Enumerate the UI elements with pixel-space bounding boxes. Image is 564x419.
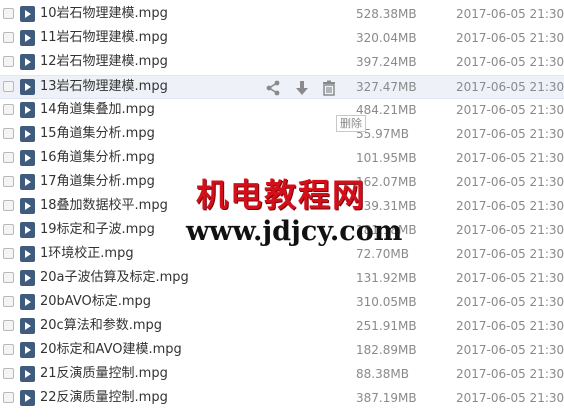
file-date: 2017-06-05 21:30 (456, 391, 564, 405)
video-file-icon (20, 270, 35, 286)
row-checkbox[interactable] (3, 296, 14, 307)
file-size: 88.38MB (356, 367, 409, 381)
share-icon[interactable] (264, 79, 282, 97)
row-checkbox[interactable] (3, 152, 14, 163)
row-checkbox[interactable] (3, 176, 14, 187)
file-size: 182.89MB (356, 343, 417, 357)
row-checkbox[interactable] (3, 248, 14, 259)
file-size: 327.47MB (356, 80, 417, 94)
file-row[interactable]: 20a子波估算及标定.mpg 131.92MB 2017-06-05 21:30 (0, 267, 564, 291)
file-row[interactable]: 20标定和AVO建模.mpg 182.89MB 2017-06-05 21:30 (0, 339, 564, 363)
file-size: 131.92MB (356, 271, 417, 285)
file-name[interactable]: 20c算法和参数.mpg (40, 318, 162, 334)
file-row[interactable]: 20bAVO标定.mpg 310.05MB 2017-06-05 21:30 (0, 291, 564, 315)
file-name[interactable]: 17角道集分析.mpg (40, 174, 155, 190)
file-date: 2017-06-05 21:30 (456, 223, 564, 237)
file-date: 2017-06-05 21:30 (456, 295, 564, 309)
file-date: 2017-06-05 21:30 (456, 343, 564, 357)
row-checkbox[interactable] (3, 392, 14, 403)
file-date: 2017-06-05 21:30 (456, 151, 564, 165)
file-name[interactable]: 11岩石物理建模.mpg (40, 30, 168, 46)
file-name[interactable]: 1环境校正.mpg (40, 246, 134, 262)
file-date: 2017-06-05 21:30 (456, 271, 564, 285)
video-file-icon (20, 318, 35, 334)
row-checkbox[interactable] (3, 344, 14, 355)
row-checkbox[interactable] (3, 81, 14, 92)
video-file-icon (20, 79, 35, 95)
file-date: 2017-06-05 21:30 (456, 127, 564, 141)
file-size: 528.38MB (356, 7, 417, 21)
file-name[interactable]: 15角道集分析.mpg (40, 126, 155, 142)
file-name[interactable]: 20标定和AVO建模.mpg (40, 342, 182, 358)
video-file-icon (20, 246, 35, 262)
file-date: 2017-06-05 21:30 (456, 80, 564, 94)
row-checkbox[interactable] (3, 224, 14, 235)
file-row[interactable]: 22反演质量控制.mpg 387.19MB 2017-06-05 21:30 (0, 387, 564, 411)
file-name[interactable]: 19标定和子波.mpg (40, 222, 155, 238)
file-row[interactable]: 20c算法和参数.mpg 251.91MB 2017-06-05 21:30 (0, 315, 564, 339)
video-file-icon (20, 222, 35, 238)
video-file-icon (20, 6, 35, 22)
file-date: 2017-06-05 21:30 (456, 31, 564, 45)
file-size: 72.70MB (356, 247, 409, 261)
file-row[interactable]: 10岩石物理建模.mpg 528.38MB 2017-06-05 21:30 (0, 3, 564, 27)
delete-tooltip: 删除 (336, 115, 366, 132)
video-file-icon (20, 342, 35, 358)
file-date: 2017-06-05 21:30 (456, 199, 564, 213)
file-date: 2017-06-05 21:30 (456, 7, 564, 21)
download-icon[interactable] (293, 79, 311, 97)
video-file-icon (20, 126, 35, 142)
video-file-icon (20, 102, 35, 118)
row-checkbox[interactable] (3, 104, 14, 115)
file-row[interactable]: 13岩石物理建模.mpg 327.47MB 2017-06-05 21:30 (0, 75, 564, 99)
file-row[interactable]: 15角道集分析.mpg 55.97MB 2017-06-05 21:30 (0, 123, 564, 147)
row-checkbox[interactable] (3, 32, 14, 43)
file-name[interactable]: 18叠加数据校平.mpg (40, 198, 168, 214)
file-name[interactable]: 16角道集分析.mpg (40, 150, 155, 166)
file-name[interactable]: 13岩石物理建模.mpg (40, 79, 168, 95)
row-checkbox[interactable] (3, 128, 14, 139)
file-row[interactable]: 14角道集叠加.mpg 484.21MB 2017-06-05 21:30 (0, 99, 564, 123)
video-file-icon (20, 390, 35, 406)
file-date: 2017-06-05 21:30 (456, 319, 564, 333)
row-checkbox[interactable] (3, 320, 14, 331)
file-size: 310.05MB (356, 295, 417, 309)
file-row[interactable]: 16角道集分析.mpg 101.95MB 2017-06-05 21:30 (0, 147, 564, 171)
file-name[interactable]: 12岩石物理建模.mpg (40, 54, 168, 70)
file-name[interactable]: 22反演质量控制.mpg (40, 390, 168, 406)
video-file-icon (20, 174, 35, 190)
file-size: 397.24MB (356, 55, 417, 69)
video-file-icon (20, 150, 35, 166)
file-size: 101.95MB (356, 151, 417, 165)
file-date: 2017-06-05 21:30 (456, 175, 564, 189)
file-date: 2017-06-05 21:30 (456, 247, 564, 261)
row-checkbox[interactable] (3, 200, 14, 211)
row-checkbox[interactable] (3, 8, 14, 19)
row-checkbox[interactable] (3, 368, 14, 379)
file-row[interactable]: 21反演质量控制.mpg 88.38MB 2017-06-05 21:30 (0, 363, 564, 387)
file-size: 387.19MB (356, 391, 417, 405)
file-date: 2017-06-05 21:30 (456, 103, 564, 117)
file-name[interactable]: 21反演质量控制.mpg (40, 366, 168, 382)
video-file-icon (20, 30, 35, 46)
file-name[interactable]: 20a子波估算及标定.mpg (40, 270, 189, 286)
video-file-icon (20, 366, 35, 382)
file-name[interactable]: 20bAVO标定.mpg (40, 294, 151, 310)
file-date: 2017-06-05 21:30 (456, 367, 564, 381)
video-file-icon (20, 54, 35, 70)
file-row[interactable]: 11岩石物理建模.mpg 320.04MB 2017-06-05 21:30 (0, 27, 564, 51)
row-checkbox[interactable] (3, 272, 14, 283)
watermark-url: www.jdjcy.com (186, 216, 403, 247)
file-size: 251.91MB (356, 319, 417, 333)
file-size: 320.04MB (356, 31, 417, 45)
video-file-icon (20, 294, 35, 310)
file-row[interactable]: 12岩石物理建模.mpg 397.24MB 2017-06-05 21:30 (0, 51, 564, 75)
watermark-title: 机电教程网 (196, 176, 367, 214)
file-name[interactable]: 14角道集叠加.mpg (40, 102, 155, 118)
video-file-icon (20, 198, 35, 214)
row-checkbox[interactable] (3, 56, 14, 67)
trash-icon[interactable] (320, 79, 338, 97)
file-date: 2017-06-05 21:30 (456, 55, 564, 69)
file-name[interactable]: 10岩石物理建模.mpg (40, 6, 168, 22)
